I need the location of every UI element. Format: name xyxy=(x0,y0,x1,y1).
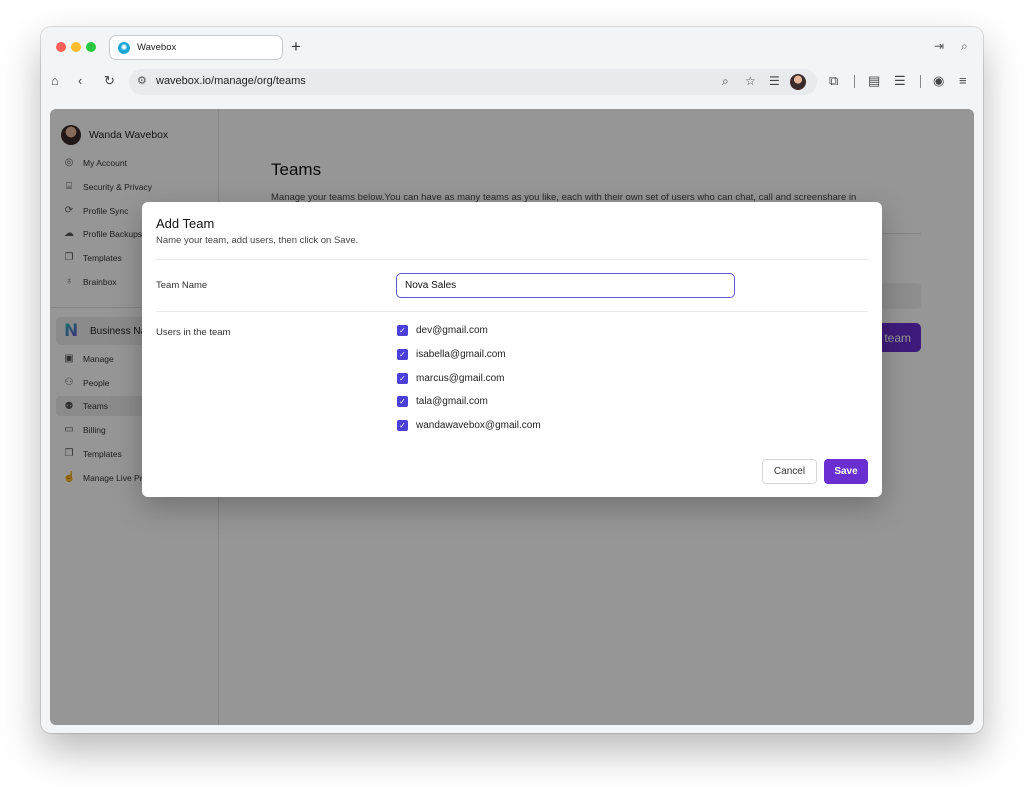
bookmark-star-icon[interactable]: ☆ xyxy=(745,74,756,88)
user-checkbox[interactable]: ✓ xyxy=(397,349,408,360)
tab-title: Wavebox xyxy=(137,42,177,53)
team-name-label: Team Name xyxy=(156,280,208,291)
tab-strip: ✺ Wavebox + ⇥ ⌕ xyxy=(41,27,983,67)
search-tabs-icon[interactable]: ⌕ xyxy=(961,39,968,54)
profile-avatar-icon[interactable] xyxy=(790,74,806,90)
home-icon[interactable]: ⌂ xyxy=(51,73,59,89)
user-row[interactable]: ✓ isabella@gmail.com xyxy=(397,349,506,360)
users-label: Users in the team xyxy=(156,327,231,338)
user-email: isabella@gmail.com xyxy=(416,349,506,360)
site-settings-icon[interactable]: ⚙ xyxy=(137,74,147,87)
extensions-icon[interactable]: ⧉ xyxy=(829,73,838,89)
close-window-button[interactable] xyxy=(56,42,66,52)
user-email: marcus@gmail.com xyxy=(416,373,505,384)
browser-tab[interactable]: ✺ Wavebox xyxy=(109,35,283,60)
dialog-subtitle: Name your team, add users, then click on… xyxy=(156,235,359,246)
user-email: dev@gmail.com xyxy=(416,325,488,336)
user-email: tala@gmail.com xyxy=(416,396,488,407)
cancel-button[interactable]: Cancel xyxy=(762,459,817,484)
address-bar[interactable]: ⚙ wavebox.io/manage/org/teams ⌕ ☆ ☰ xyxy=(129,69,817,95)
toolbar-separator xyxy=(920,75,921,88)
user-row[interactable]: ✓ wandawavebox@gmail.com xyxy=(397,420,541,431)
maximize-window-button[interactable] xyxy=(86,42,96,52)
user-row[interactable]: ✓ tala@gmail.com xyxy=(397,396,488,407)
account-icon[interactable]: ◉ xyxy=(933,73,944,89)
url-text: wavebox.io/manage/org/teams xyxy=(156,75,306,87)
sidebar-toggle-icon[interactable]: ⇥ xyxy=(934,39,944,53)
menu-icon[interactable]: ≡ xyxy=(959,73,967,89)
back-icon[interactable]: ‹ xyxy=(78,73,82,89)
user-checkbox[interactable]: ✓ xyxy=(397,325,408,336)
reading-list-icon[interactable]: ▤ xyxy=(868,73,880,89)
split-view-icon[interactable]: ☰ xyxy=(769,74,780,88)
zoom-icon[interactable]: ⌕ xyxy=(722,74,729,89)
user-checkbox[interactable]: ✓ xyxy=(397,396,408,407)
dialog-divider xyxy=(156,259,868,260)
dialog-divider xyxy=(156,311,868,312)
dialog-title: Add Team xyxy=(156,216,215,231)
user-checkbox[interactable]: ✓ xyxy=(397,420,408,431)
user-row[interactable]: ✓ marcus@gmail.com xyxy=(397,373,505,384)
reload-icon[interactable]: ↻ xyxy=(104,73,115,89)
toolbar-separator xyxy=(854,75,855,88)
user-checkbox[interactable]: ✓ xyxy=(397,373,408,384)
user-row[interactable]: ✓ dev@gmail.com xyxy=(397,325,488,336)
new-tab-button[interactable]: + xyxy=(291,38,301,56)
save-button[interactable]: Save xyxy=(824,459,868,484)
minimize-window-button[interactable] xyxy=(71,42,81,52)
wavebox-logo-icon: ✺ xyxy=(118,41,130,54)
team-name-input[interactable] xyxy=(396,273,735,298)
tab-groups-icon[interactable]: ☰ xyxy=(894,73,906,89)
user-email: wandawavebox@gmail.com xyxy=(416,420,541,431)
toolbar: ⌂ ‹ ↻ ⚙ wavebox.io/manage/org/teams ⌕ ☆ … xyxy=(41,67,983,97)
add-team-dialog: Add Team Name your team, add users, then… xyxy=(142,202,882,497)
